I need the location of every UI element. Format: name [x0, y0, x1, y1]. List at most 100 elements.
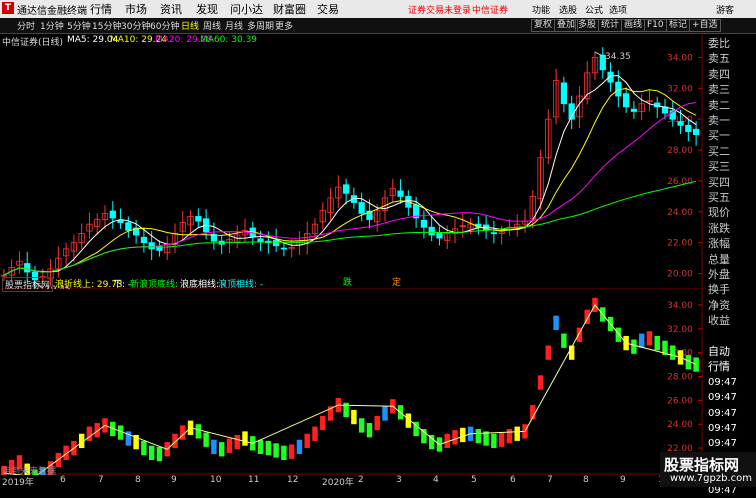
candle-body: [280, 247, 288, 250]
indicator-bar: [312, 426, 318, 441]
period-tab-8[interactable]: 月线: [225, 19, 243, 32]
upper-tick-label-1: 32.00: [667, 84, 693, 94]
period-tab-9[interactable]: 多周期: [247, 19, 274, 32]
quote-field-24: 09:47: [708, 407, 737, 419]
upper-tick-label-6: 22.00: [667, 239, 693, 249]
tool-4[interactable]: 画线: [621, 19, 646, 32]
time-label-4: 9: [171, 475, 177, 485]
indicator-label-2: 新浪顶底线: -: [130, 280, 185, 290]
quote-field-11: 现价: [708, 206, 730, 220]
period-tab-2[interactable]: 5分钟: [67, 19, 91, 32]
tool-6[interactable]: 标记: [666, 19, 691, 32]
quote-field-16: 换手: [708, 283, 730, 297]
indicator-bar: [506, 428, 513, 444]
upper-tick-label-0: 34.00: [667, 53, 693, 63]
kline-chart[interactable]: 34.0032.0030.0028.0026.0024.0022.0020.00…: [0, 34, 706, 289]
quote-field-21: 行情: [708, 360, 730, 374]
indicator-label-4: 浪顶相线: -: [218, 280, 264, 290]
quote-field-8: 买三: [708, 160, 730, 174]
indicator-bar: [374, 415, 380, 431]
ma5-line: [3, 75, 697, 276]
user-label[interactable]: 游客: [716, 3, 734, 16]
title-bar: T 通达信金融终端 证券交易未登录 中信证券 游客 行情 市场 资讯 发现 问小达 财富圈…: [0, 0, 756, 19]
quote-field-18: 收益: [708, 314, 730, 328]
indicator-bar: [273, 443, 279, 458]
quote-field-20: 自动: [708, 345, 730, 358]
quote-field-23: 09:47: [708, 392, 737, 404]
quote-field-13: 涨幅: [708, 237, 730, 251]
quote-field-17: 净资: [708, 298, 730, 312]
candle-body: [436, 232, 443, 239]
top-menu-2[interactable]: 公式: [585, 3, 603, 16]
tool-3[interactable]: 统计: [598, 19, 623, 32]
candle-body: [420, 219, 428, 228]
indicator-bar: [545, 345, 552, 360]
indicator-label-1: 下: -: [113, 280, 132, 290]
quote-field-22: 09:47: [708, 376, 737, 388]
period-toolbar: 分时 1分钟 5分钟 15分钟 30分钟 60分钟 日线 周线 月线 多周期 更多 复权 叠加 多股 统计画…: [0, 18, 756, 34]
menu-0[interactable]: 行情: [90, 1, 112, 17]
ma10-line: [3, 87, 697, 276]
watermark: 股票指标网 www.7gpzb.com: [660, 452, 756, 487]
tool-0[interactable]: 复权: [531, 19, 556, 32]
time-label-11: 4: [433, 475, 439, 485]
quote-field-5: 卖一: [708, 114, 730, 127]
lower-tick-label-5: 24.00: [667, 420, 693, 430]
indicator-bar: [242, 431, 248, 446]
period-tab-0[interactable]: 分时: [17, 19, 35, 32]
ma60-line: [3, 180, 697, 276]
candle-body: [125, 222, 132, 231]
period-tab-4[interactable]: 30分钟: [121, 19, 150, 32]
time-label-5: 10: [210, 475, 222, 485]
time-label-6: 11: [248, 475, 260, 485]
indicator-bar: [475, 428, 482, 444]
indicator-bar: [491, 433, 497, 449]
indicator-bar: [452, 430, 458, 445]
period-tab-10[interactable]: 更多: [275, 19, 293, 32]
lower-tick-label-3: 28.00: [667, 373, 693, 383]
indicator-bar: [211, 439, 217, 455]
menu-3[interactable]: 发现: [196, 1, 218, 17]
lower-tick-label-0: 34.00: [667, 301, 693, 311]
top-menu-0[interactable]: 功能: [532, 3, 550, 16]
app-title: 通达信金融终端: [17, 6, 87, 17]
time-label-2: 7: [98, 475, 104, 485]
period-tab-1[interactable]: 1分钟: [40, 19, 64, 32]
period-tab-6[interactable]: 日线: [181, 19, 199, 32]
quote-field-2: 卖四: [708, 67, 730, 81]
candle-body: [692, 128, 700, 136]
indicator-bar: [320, 415, 326, 431]
candle-body: [630, 108, 638, 112]
tool-2[interactable]: 多股: [575, 19, 600, 32]
indicator-bar: [281, 445, 287, 460]
menu-2[interactable]: 资讯: [160, 1, 182, 17]
candle-body: [148, 242, 155, 250]
lower-tick-label-1: 32.00: [667, 325, 693, 335]
indicator-bar: [257, 439, 264, 455]
login-warning[interactable]: 证券交易未登录: [408, 3, 471, 16]
quote-field-15: 外盘: [708, 268, 730, 281]
candle-body: [677, 121, 684, 126]
tool-7[interactable]: +自选: [689, 19, 721, 32]
indicator-chart[interactable]: 34.0032.0030.0028.0026.0024.0022.00: [0, 275, 706, 475]
top-menu-3[interactable]: 选项: [609, 3, 627, 16]
indicator-bar: [265, 440, 272, 456]
menu-1[interactable]: 市场: [125, 1, 147, 17]
menu-5[interactable]: 财富圈: [273, 1, 306, 17]
lower-tick-label-4: 26.00: [667, 396, 693, 406]
time-label-12: 5: [471, 475, 477, 485]
menu-6[interactable]: 交易: [317, 1, 339, 17]
broker-label[interactable]: 中信证券: [472, 3, 508, 16]
tool-5[interactable]: F10: [644, 19, 667, 32]
time-label-7: 12: [287, 475, 299, 485]
period-tab-5[interactable]: 60分钟: [150, 19, 179, 32]
app-logo-icon: T: [2, 2, 14, 14]
top-menu-1[interactable]: 选股: [559, 3, 577, 16]
menu-4[interactable]: 问小达: [230, 1, 263, 17]
candle-body: [195, 216, 202, 222]
quote-field-14: 总量: [708, 252, 730, 266]
time-label-3: 8: [135, 475, 141, 485]
period-tab-3[interactable]: 15分钟: [92, 19, 121, 32]
period-tab-7[interactable]: 周线: [203, 19, 221, 32]
candle-body: [397, 190, 404, 197]
